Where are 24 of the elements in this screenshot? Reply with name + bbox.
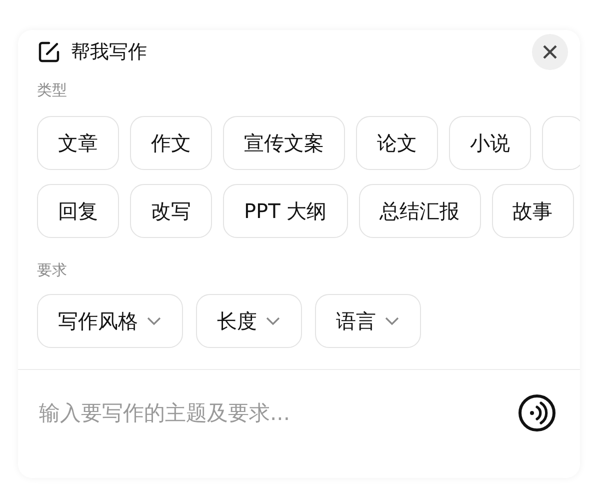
voice-icon[interactable]	[517, 393, 557, 433]
edit-icon	[37, 40, 61, 64]
type-chip[interactable]: 小说	[449, 116, 531, 170]
dropdown-button[interactable]: 写作风格	[37, 294, 183, 348]
close-button[interactable]	[532, 34, 568, 70]
type-chip[interactable]: 作文	[130, 116, 212, 170]
caret-icon	[146, 316, 162, 326]
close-icon	[542, 44, 558, 60]
panel-title: 帮我写作	[71, 40, 148, 65]
topic-input-field[interactable]: 输入要写作的主题及要求...	[37, 400, 517, 426]
dropdown-button[interactable]: 长度	[196, 294, 302, 348]
type-chip[interactable]: 论文	[356, 116, 438, 170]
type-chip[interactable]: 回复	[37, 184, 119, 238]
caret-icon	[384, 316, 400, 326]
caret-icon	[265, 316, 281, 326]
type-chip[interactable]: 改写	[130, 184, 212, 238]
type-chip[interactable]: 故事	[492, 184, 574, 238]
section-label: 要求	[37, 261, 68, 280]
type-chip[interactable]: 总结汇报	[358, 184, 481, 238]
type-chip[interactable]: 文章	[37, 116, 119, 170]
section-label: 类型	[37, 81, 68, 100]
type-chip[interactable]: PPT 大纲	[223, 184, 348, 238]
type-chip[interactable]: 宣传文案	[223, 116, 345, 170]
dropdown-button[interactable]: 语言	[315, 294, 421, 348]
